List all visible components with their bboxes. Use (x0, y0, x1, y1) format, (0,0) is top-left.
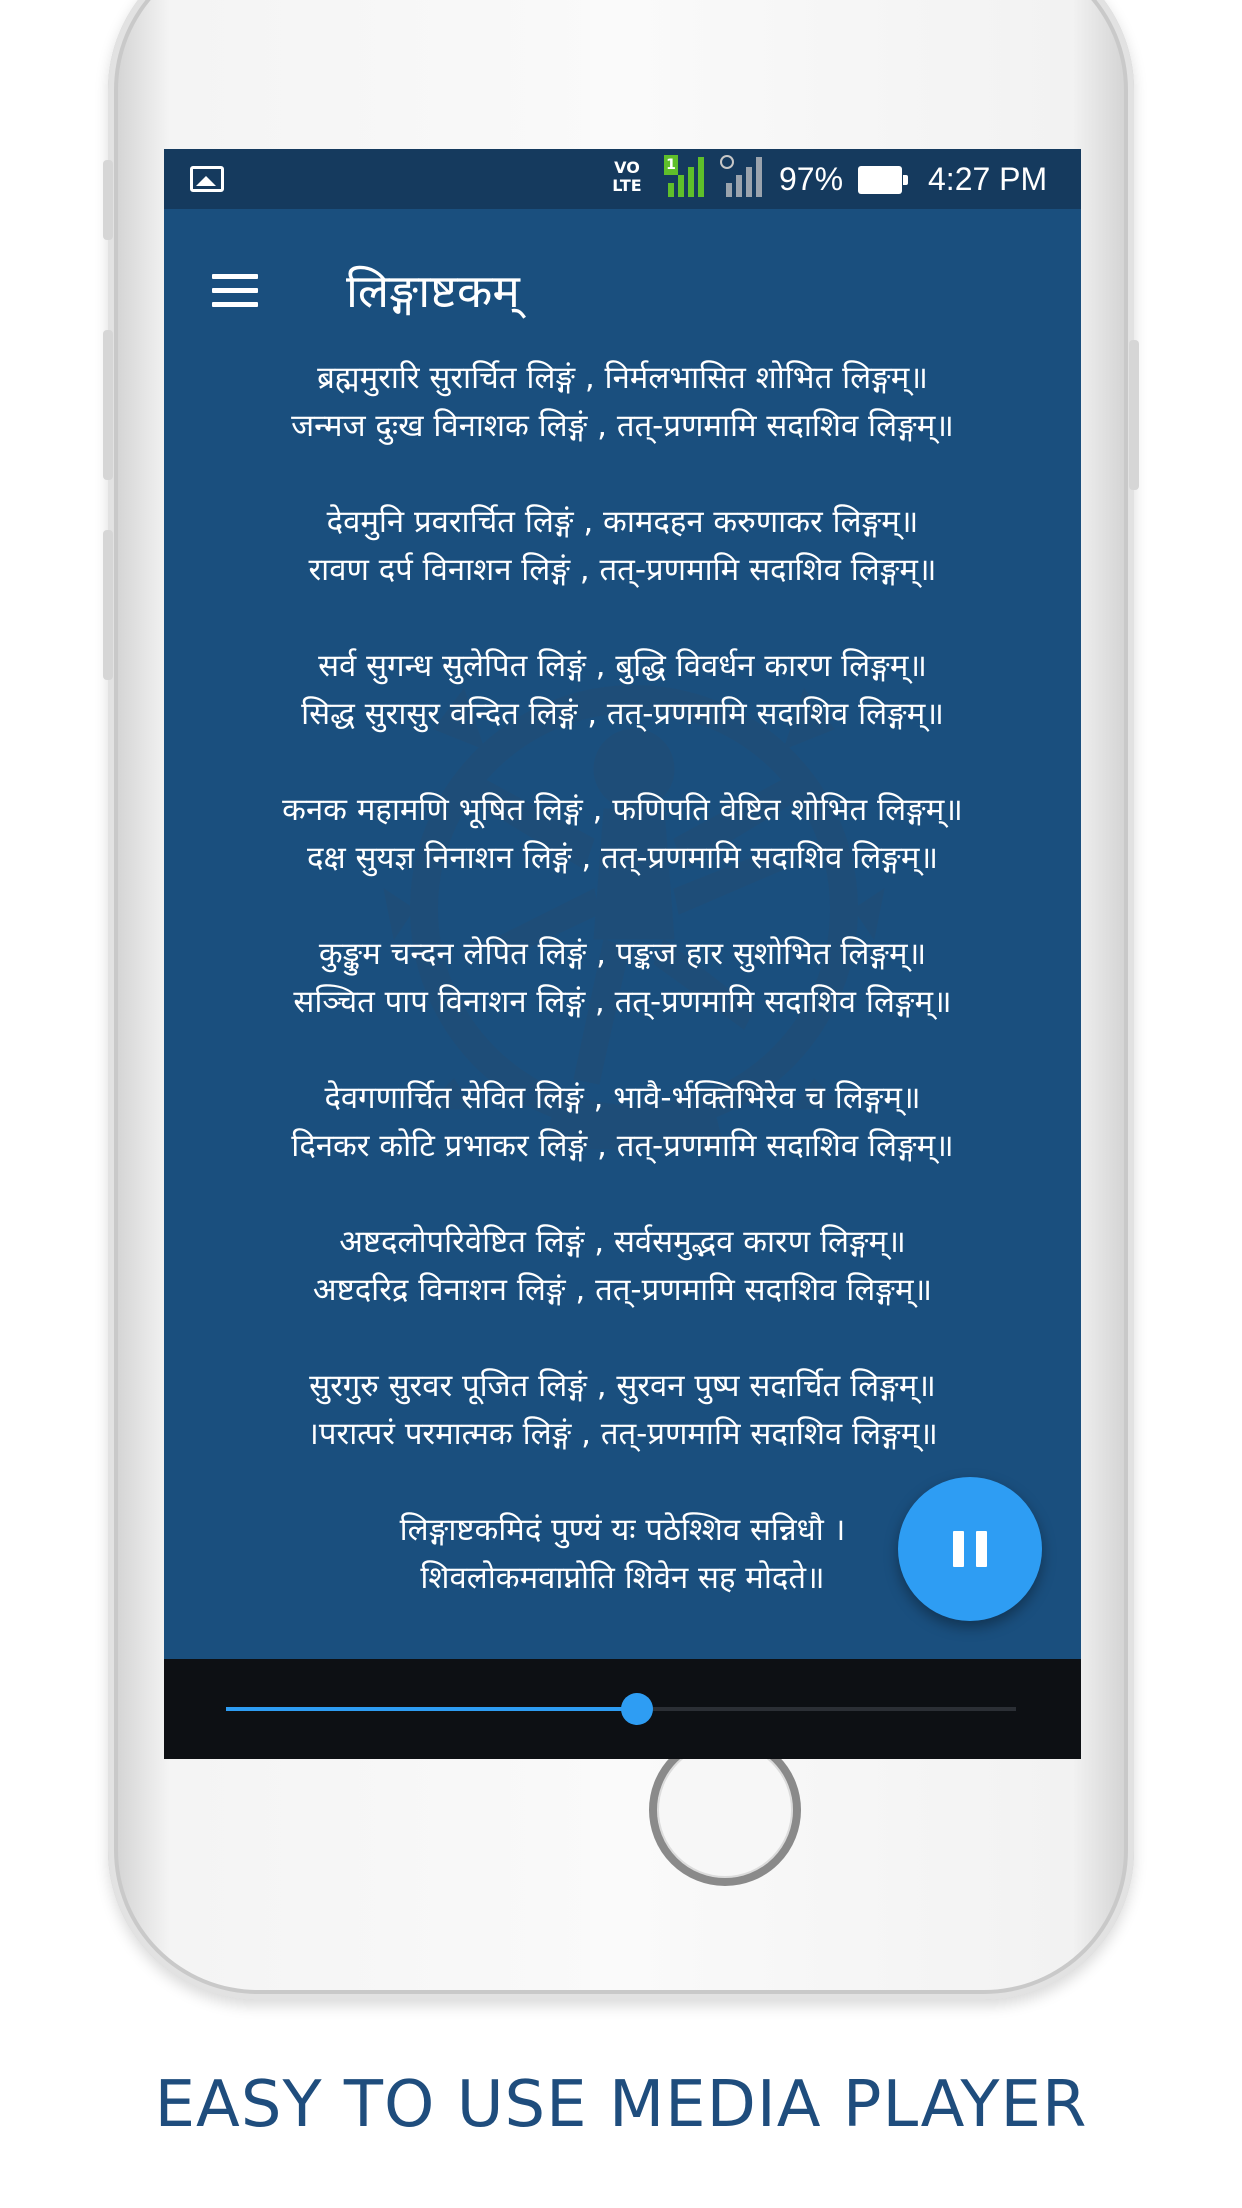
verse-line: अष्टदरिद्र विनाशन लिङ्गं , तत्-प्रणमामि … (312, 1272, 933, 1308)
verse-line: देवगणार्चित सेवित लिङ्गं , भावै-र्भक्तिभ… (324, 1080, 921, 1116)
verse-5: कुङ्कुम चन्दन लेपित लिङ्गं , पङ्कज हार स… (164, 930, 1081, 1026)
verse-line: कनक महामणि भूषित लिङ्गं , फणिपति वेष्टित… (282, 792, 963, 828)
verse-line: सञ्चित पाप विनाशन लिङ्गं , तत्-प्रणमामि … (293, 984, 952, 1020)
status-bar: VO LTE 1 97% 4:27 PM (164, 149, 1081, 209)
seek-bar-thumb[interactable] (620, 1693, 653, 1725)
verse-line: रावण दर्प विनाशन लिङ्गं , तत्-प्रणमामि स… (308, 552, 937, 588)
battery-percent: 97% (779, 161, 844, 197)
verse-line: दिनकर कोटि प्रभाकर लिङ्गं , तत्-प्रणमामि… (291, 1128, 954, 1164)
verse-8: सुरगुरु सुरवर पूजित लिङ्गं , सुरवन पुष्प… (164, 1362, 1081, 1458)
verse-line: सिद्ध सुरासुर वन्दित लिङ्गं , तत्-प्रणमा… (301, 696, 944, 732)
sim1-label: 1 (664, 155, 678, 175)
verse-3: सर्व सुगन्ध सुलेपित लिङ्गं , बुद्धि विवर… (164, 642, 1081, 738)
status-time: 4:27 PM (928, 161, 1048, 197)
verse-1: ब्रह्ममुरारि सुरार्चित लिङ्गं , निर्मलभा… (164, 354, 1081, 450)
promo-caption: EASY TO USE MEDIA PLAYER (154, 2068, 1088, 2142)
verse-line: दक्ष सुयज्ञ निनाशन लिङ्गं , तत्-प्रणमामि… (306, 840, 939, 876)
volume-up-button (103, 330, 113, 480)
verse-line: कुङ्कुम चन्दन लेपित लिङ्गं , पङ्कज हार स… (318, 936, 927, 972)
signal-sim1-icon: 1 (664, 155, 708, 205)
hamburger-menu-icon[interactable] (212, 274, 258, 308)
image-notification-icon (190, 166, 224, 192)
pause-icon (953, 1531, 987, 1567)
volte-icon: VO LTE (612, 158, 642, 195)
app-bar: लिङ्गाष्टकम् (164, 209, 1081, 349)
lyrics-text: ब्रह्ममुरारि सुरार्चित लिङ्गं , निर्मलभा… (164, 354, 1081, 1650)
signal-sim2-icon (720, 155, 764, 205)
app-screen: VO LTE 1 97% 4:27 PM लिङ्गाष्टकम् ब्रह्म… (164, 149, 1081, 1759)
verse-line: ब्रह्ममुरारि सुरार्चित लिङ्गं , निर्मलभा… (317, 360, 928, 396)
power-button (1129, 340, 1139, 490)
verse-line: जन्मज दुःख विनाशक लिङ्गं , तत्-प्रणमामि … (291, 408, 954, 444)
volume-down-button (103, 530, 113, 680)
media-player-bar (164, 1659, 1081, 1759)
verse-4: कनक महामणि भूषित लिङ्गं , फणिपति वेष्टित… (164, 786, 1081, 882)
verse-line: ।परात्परं परमात्मक लिङ्गं , तत्-प्रणमामि… (307, 1416, 938, 1452)
verse-line: सुरगुरु सुरवर पूजित लिङ्गं , सुरवन पुष्प… (309, 1368, 936, 1404)
verse-line: सर्व सुगन्ध सुलेपित लिङ्गं , बुद्धि विवर… (318, 648, 927, 684)
verse-line: अष्टदलोपरिवेष्टित लिङ्गं , सर्वसमुद्भव क… (339, 1224, 906, 1260)
verse-6: देवगणार्चित सेवित लिङ्गं , भावै-र्भक्तिभ… (164, 1074, 1081, 1170)
battery-icon (858, 166, 908, 194)
pause-button[interactable] (898, 1477, 1042, 1621)
seek-bar-progress (226, 1707, 637, 1711)
seek-bar[interactable] (226, 1693, 1016, 1725)
verse-2: देवमुनि प्रवरार्चित लिङ्गं , कामदहन करुण… (164, 498, 1081, 594)
verse-7: अष्टदलोपरिवेष्टित लिङ्गं , सर्वसमुद्भव क… (164, 1218, 1081, 1314)
page-title: लिङ्गाष्टकम् (346, 264, 520, 318)
verse-line: देवमुनि प्रवरार्चित लिङ्गं , कामदहन करुण… (326, 504, 919, 540)
mute-switch (103, 160, 113, 240)
